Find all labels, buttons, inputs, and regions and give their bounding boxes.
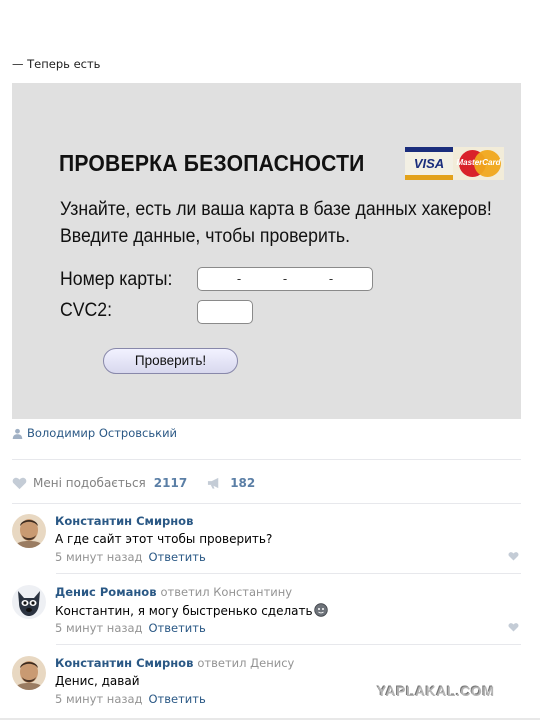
megaphone-icon[interactable] bbox=[207, 476, 222, 490]
reply-link[interactable]: Ответить bbox=[148, 550, 205, 564]
post-stats: Мені подобається 2117 182 bbox=[12, 476, 275, 490]
comment-text: Денис, давай bbox=[55, 674, 140, 688]
mastercard-logo: MasterCard bbox=[453, 147, 504, 180]
share-count: 182 bbox=[230, 476, 256, 490]
comment-time[interactable]: 5 минут назад bbox=[55, 621, 142, 635]
avatar[interactable] bbox=[12, 514, 46, 548]
comment-text: А где сайт этот чтобы проверить? bbox=[55, 532, 273, 546]
meme-title: ПРОВЕРКА БЕЗОПАСНОСТИ bbox=[59, 150, 365, 176]
meme-text-line1: Узнайте, есть ли ваша карта в базе данны… bbox=[60, 199, 492, 220]
post-author[interactable]: Володимир Островський bbox=[12, 426, 177, 440]
heart-icon[interactable] bbox=[508, 622, 519, 632]
comment: Константин Смирнов А где сайт этот чтобы… bbox=[12, 504, 521, 574]
avatar[interactable] bbox=[12, 656, 46, 690]
person-icon bbox=[12, 428, 23, 439]
reply-link[interactable]: Ответить bbox=[148, 621, 205, 635]
comment-text: Константин, я могу быстренько сделать bbox=[55, 603, 328, 618]
replied-to[interactable]: ответил Константину bbox=[161, 585, 293, 599]
meme-image[interactable]: ПРОВЕРКА БЕЗОПАСНОСТИ VISA MasterCard Уз… bbox=[12, 83, 521, 419]
watermark: YAPLAKAL.COM bbox=[377, 683, 495, 699]
divider bbox=[0, 718, 540, 720]
cvc-field bbox=[197, 300, 253, 324]
comment-author[interactable]: Денис Романов ответил Константину bbox=[55, 585, 292, 599]
reply-link[interactable]: Ответить bbox=[148, 692, 205, 706]
like-label[interactable]: Мені подобається bbox=[33, 476, 146, 490]
comment-meta: 5 минут назад Ответить bbox=[55, 692, 206, 706]
post-caption: — Теперь есть bbox=[12, 57, 101, 71]
comment-time[interactable]: 5 минут назад bbox=[55, 550, 142, 564]
author-name: Володимир Островський bbox=[27, 426, 178, 440]
like-count: 2117 bbox=[153, 476, 188, 490]
card-number-field: - - - bbox=[197, 267, 373, 291]
card-number-label: Номер карты: bbox=[60, 269, 173, 290]
comment-meta: 5 минут назад Ответить bbox=[55, 621, 206, 635]
heart-icon[interactable] bbox=[12, 476, 27, 490]
comment: Денис Романов ответил Константину Конста… bbox=[12, 575, 521, 645]
emoji-icon bbox=[313, 603, 328, 617]
comment: Константин Смирнов ответил Денису Денис,… bbox=[12, 646, 521, 716]
comment-meta: 5 минут назад Ответить bbox=[55, 550, 206, 564]
divider bbox=[12, 459, 521, 460]
heart-icon[interactable] bbox=[508, 551, 519, 561]
avatar[interactable] bbox=[12, 585, 46, 619]
comment-time[interactable]: 5 минут назад bbox=[55, 692, 142, 706]
card-logos: VISA MasterCard bbox=[405, 147, 504, 180]
visa-logo: VISA bbox=[405, 147, 453, 180]
replied-to[interactable]: ответил Денису bbox=[197, 656, 294, 670]
comment-author[interactable]: Константин Смирнов ответил Денису bbox=[55, 656, 294, 670]
comment-author[interactable]: Константин Смирнов bbox=[55, 514, 193, 528]
cvc-label: CVC2: bbox=[60, 300, 113, 321]
meme-text-line2: Введите данные, чтобы проверить. bbox=[60, 226, 351, 247]
check-button: Проверить! bbox=[103, 348, 238, 374]
